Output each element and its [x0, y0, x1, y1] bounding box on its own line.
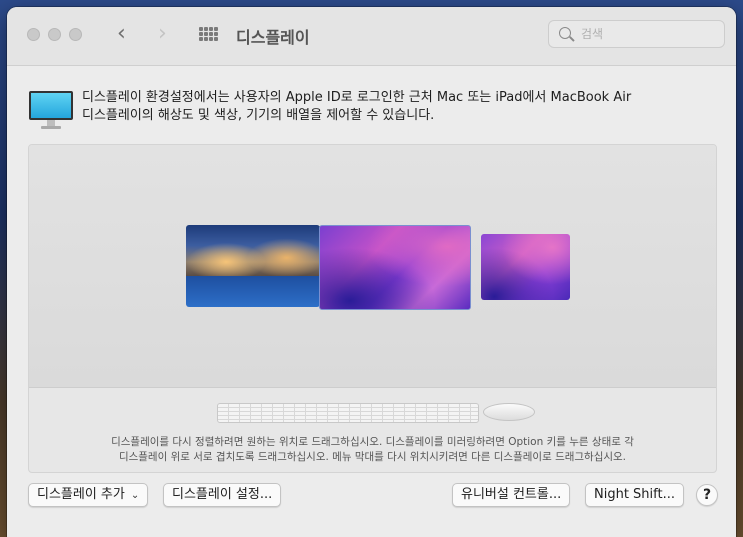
arrangement-canvas [29, 145, 716, 388]
intro-description: 디스플레이 환경설정에서는 사용자의 Apple ID로 로그인한 근처 Mac… [82, 89, 722, 125]
add-display-label: 디스플레이 추가 [37, 487, 125, 502]
universal-control-button[interactable]: 유니버설 컨트롤... [452, 483, 571, 507]
zoom-window-button[interactable] [69, 28, 82, 41]
add-display-popup-button[interactable]: 디스플레이 추가 ⌄ [28, 483, 149, 507]
monitor-icon [29, 91, 73, 133]
display-thumbnail-1[interactable] [186, 225, 320, 307]
night-shift-button[interactable]: Night Shift... [585, 483, 685, 507]
intro-line-1: 디스플레이 환경설정에서는 사용자의 Apple ID로 로그인한 근처 Mac… [82, 90, 632, 105]
mouse-icon [483, 403, 535, 421]
close-window-button[interactable] [27, 28, 40, 41]
hint-line-1: 디스플레이를 다시 정렬하려면 원하는 위치로 드래그하십시오. 디스플레이를 … [111, 436, 634, 448]
hint-line-2: 디스플레이 위로 서로 겹치도록 드래그하십시오. 메뉴 막대를 다시 위치시키… [118, 451, 627, 463]
display-arrangement-panel: 디스플레이를 다시 정렬하려면 원하는 위치로 드래그하십시오. 디스플레이를 … [28, 144, 717, 473]
forward-button[interactable]: › [158, 21, 167, 47]
titlebar: ‹ › 디스플레이 [7, 7, 736, 66]
arrangement-hint: 디스플레이를 다시 정렬하려면 원하는 위치로 드래그하십시오. 디스플레이를 … [29, 435, 716, 465]
back-button[interactable]: ‹ [117, 21, 126, 47]
preferences-window: ‹ › 디스플레이 디스플레이 환경설정에서는 사용자의 Apple ID로 로… [7, 7, 736, 537]
search-input[interactable] [579, 26, 718, 42]
display-thumbnail-3[interactable] [481, 234, 570, 300]
window-title: 디스플레이 [236, 28, 310, 47]
chevron-down-icon: ⌄ [130, 490, 140, 501]
help-button[interactable]: ? [696, 484, 718, 506]
display-settings-button[interactable]: 디스플레이 설정... [163, 483, 282, 507]
search-field[interactable] [548, 20, 725, 48]
minimize-window-button[interactable] [48, 28, 61, 41]
search-icon [559, 27, 571, 39]
intro-line-2: 디스플레이의 해상도 및 색상, 기기의 배열을 제어할 수 있습니다. [82, 108, 435, 123]
keyboard-icon [217, 403, 479, 423]
display-thumbnail-2[interactable] [319, 225, 471, 310]
show-all-grid-icon[interactable] [199, 27, 219, 41]
